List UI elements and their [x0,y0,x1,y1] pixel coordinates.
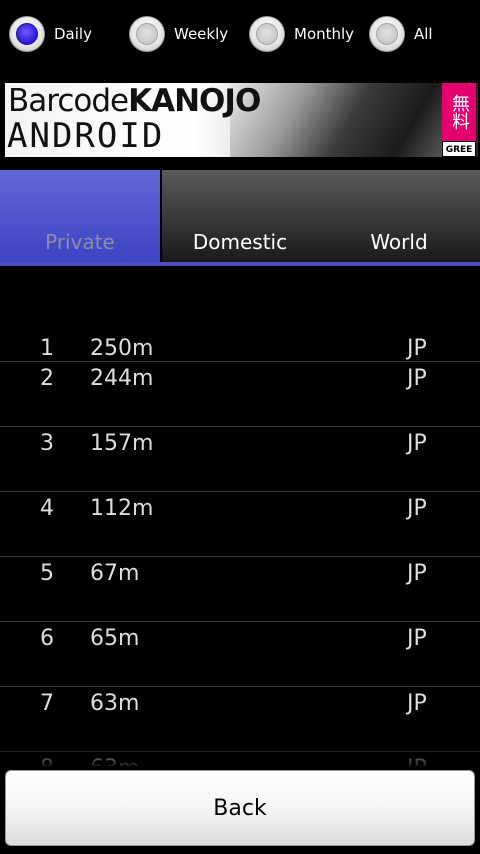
tab-private[interactable]: Private [0,170,160,262]
radio-dot [136,23,158,45]
radio-label-all: All [414,25,433,43]
radio-weekly[interactable]: Weekly [129,13,228,55]
banner-artwork [230,83,445,157]
rank-number: 4 [40,496,54,521]
list-item[interactable]: 1 250m JP [0,266,480,362]
radio-button-monthly[interactable] [249,16,285,52]
rank-number: 2 [40,366,54,391]
radio-daily[interactable]: Daily [9,13,92,55]
country-code: JP [407,496,427,521]
ad-banner[interactable]: BarcodeKANOJO ANDROID 無料 GREE [5,83,478,157]
list-item[interactable]: 5 67m JP [0,557,480,622]
banner-title: BarcodeKANOJO [8,83,261,119]
distance-value: 67m [90,561,140,586]
radio-selected-dot [16,23,38,45]
banner-title-part2: KANOJO [128,83,261,119]
banner-title-part1: Barcode [8,83,129,119]
radio-button-all[interactable] [369,16,405,52]
tab-domestic[interactable]: Domestic [162,170,318,262]
country-code: JP [407,366,427,391]
list-item[interactable]: 4 112m JP [0,492,480,557]
country-code: JP [407,626,427,651]
gree-logo: GREE [442,141,476,157]
rank-number: 6 [40,626,54,651]
distance-value: 244m [90,366,154,391]
free-badge: 無料 [442,83,476,141]
radio-monthly[interactable]: Monthly [249,13,354,55]
distance-value: 157m [90,431,154,456]
country-code: JP [407,561,427,586]
rank-number: 5 [40,561,54,586]
ranking-tabs: Private Domestic World [0,170,480,266]
radio-label-daily: Daily [54,25,92,43]
list-item[interactable]: 2 244m JP [0,362,480,427]
distance-value: 65m [90,626,140,651]
radio-all[interactable]: All [369,13,433,55]
radio-label-weekly: Weekly [174,25,229,43]
distance-value: 112m [90,496,154,521]
country-code: JP [407,431,427,456]
country-code: JP [407,691,427,716]
banner-subtitle: ANDROID [7,116,165,156]
radio-button-weekly[interactable] [129,16,165,52]
rank-number: 7 [40,691,54,716]
distance-value: 63m [90,691,140,716]
list-item[interactable]: 6 65m JP [0,622,480,687]
ranking-list[interactable]: 1 250m JP 2 244m JP 3 157m JP 4 112m JP … [0,266,480,766]
radio-label-monthly: Monthly [294,25,355,43]
period-radio-group: Daily Weekly Monthly All [0,0,480,70]
list-item[interactable]: 3 157m JP [0,427,480,492]
radio-dot [256,23,278,45]
list-fade-overlay [0,740,480,770]
radio-button-daily[interactable] [9,16,45,52]
radio-dot [376,23,398,45]
back-button[interactable]: Back [5,770,475,846]
rank-number: 3 [40,431,54,456]
tab-world[interactable]: World [318,170,480,262]
